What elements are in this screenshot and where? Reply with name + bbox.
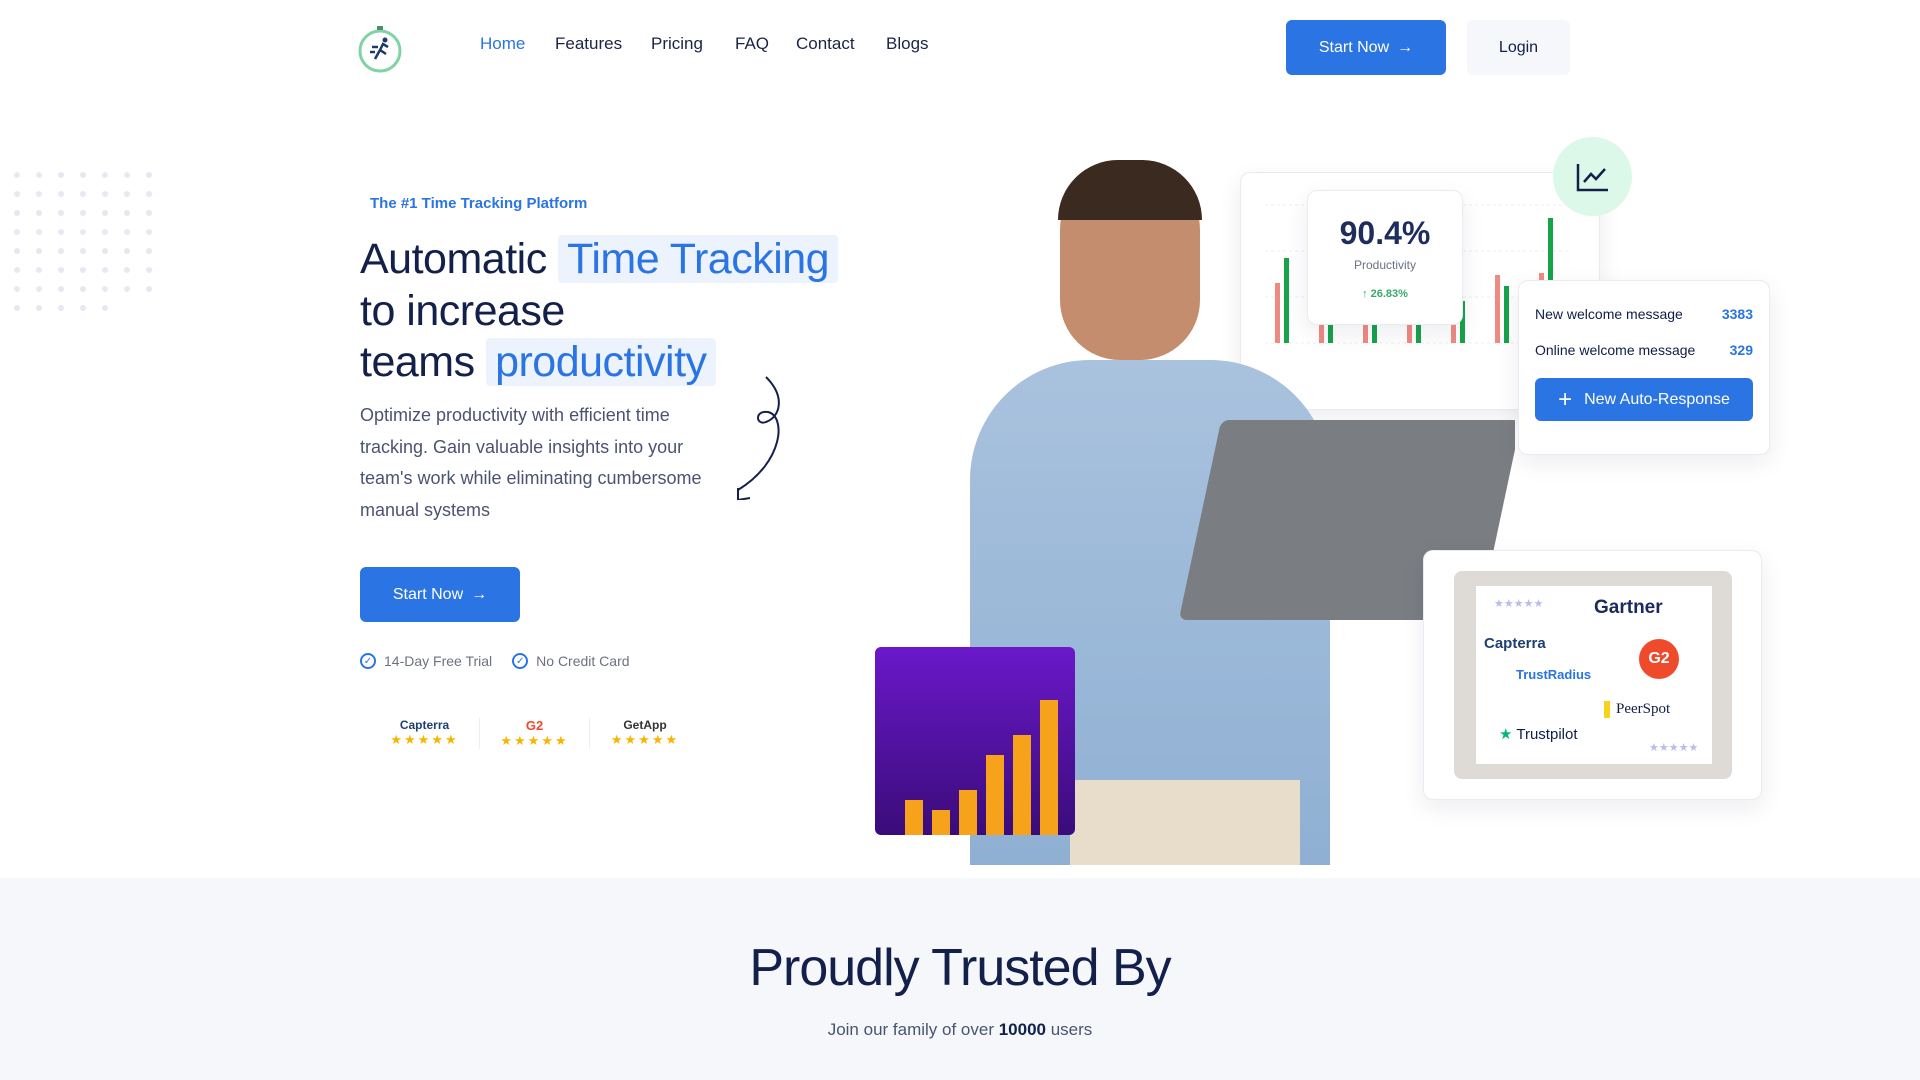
- start-label: Start Now: [392, 585, 464, 603]
- nav-pricing[interactable]: Pricing: [651, 34, 703, 54]
- productivity-label: Productivity: [1353, 258, 1417, 272]
- g2-logo: G2: [525, 718, 544, 733]
- logo[interactable]: [357, 25, 403, 73]
- feature-checks: ✓ 14-Day Free Trial ✓ No Credit Card: [360, 653, 630, 669]
- nav-faq[interactable]: FAQ: [735, 34, 769, 54]
- decorative-dots: [14, 172, 168, 311]
- welcome-row: New welcome message 3383: [1535, 306, 1753, 322]
- welcome-card: New welcome message 3383 Online welcome m…: [1518, 280, 1770, 455]
- line-chart-icon: [1576, 163, 1608, 191]
- reviews-card: Gartner Capterra TrustRadius G2 PeerSpot…: [1423, 550, 1762, 800]
- peerspot-logo: PeerSpot: [1604, 701, 1670, 718]
- productivity-change: ↑ 26.83%: [1308, 288, 1462, 300]
- tagline: The #1 Time Tracking Platform: [370, 195, 588, 212]
- hero-description: Optimize productivity with efficient tim…: [360, 405, 702, 520]
- heading-highlight: Time Tracking: [558, 235, 839, 283]
- stars: ★★★★★: [500, 733, 569, 748]
- sub-text: users: [1046, 1020, 1093, 1039]
- trusted-title: Proudly Trusted By: [749, 939, 1171, 997]
- trusted-section: Proudly Trusted By Join our family of ov…: [0, 878, 1920, 1080]
- curly-arrow-icon: [737, 376, 780, 500]
- productivity-value: 90.4%: [1339, 215, 1431, 251]
- button-label: New Auto-Response: [1584, 390, 1730, 408]
- stopwatch-runner-icon: [358, 26, 402, 73]
- rating-g2: G2 ★★★★★: [480, 718, 590, 749]
- row-label: New welcome message: [1535, 306, 1683, 322]
- getapp-logo: GetApp: [623, 718, 667, 732]
- trustradius-logo: TrustRadius: [1516, 667, 1592, 682]
- arrow-right-icon: →: [1397, 38, 1414, 56]
- heading-highlight: productivity: [486, 338, 716, 386]
- row-label: Online welcome message: [1535, 342, 1696, 358]
- nav-home[interactable]: Home: [480, 34, 525, 54]
- stars: ★★★★★: [1494, 598, 1544, 610]
- heading-line-2: to increase: [360, 287, 565, 335]
- trustpilot-text: Trustpilot: [1516, 726, 1578, 743]
- arrow-up-icon: ↑: [1362, 288, 1371, 300]
- gartner-logo: Gartner: [1594, 597, 1663, 618]
- trusted-subtitle: Join our family of over 10000 users: [0, 1020, 1920, 1040]
- star-icon: ★: [1499, 726, 1513, 743]
- user-count: 10000: [998, 1020, 1046, 1039]
- check-circle-icon: ✓: [512, 653, 529, 669]
- login-label: Login: [1498, 38, 1539, 56]
- nav-blogs[interactable]: Blogs: [886, 34, 929, 54]
- check-circle-icon: ✓: [360, 653, 376, 669]
- success-illustration: [875, 647, 1075, 835]
- capterra-logo: Capterra: [399, 718, 450, 732]
- review-logos-board: Gartner Capterra TrustRadius G2 PeerSpot…: [1454, 571, 1732, 779]
- arrow-right-icon: →: [471, 585, 488, 603]
- heading-text: teams: [360, 338, 475, 386]
- check-item: ✓ No Credit Card: [512, 653, 630, 669]
- rating-capterra: Capterra ★★★★★: [370, 718, 480, 749]
- check-label: 14-Day Free Trial: [384, 653, 493, 669]
- row-value: 3383: [1721, 306, 1753, 322]
- heading-line-1: Automatic Time Tracking: [360, 234, 839, 284]
- header-start-now-button[interactable]: Start Now →: [1286, 20, 1446, 75]
- rating-logos: Capterra ★★★★★ G2 ★★★★★ GetApp ★★★★★: [370, 718, 700, 749]
- rating-getapp: GetApp ★★★★★: [590, 718, 700, 749]
- check-item: ✓ 14-Day Free Trial: [360, 653, 492, 669]
- stars: ★★★★★: [610, 732, 680, 747]
- login-button[interactable]: Login: [1467, 20, 1570, 75]
- nav-contact[interactable]: Contact: [796, 34, 855, 54]
- stars: ★★★★★: [1649, 742, 1699, 754]
- row-value: 329: [1729, 342, 1753, 358]
- sub-text: Join our family of over: [827, 1020, 999, 1039]
- chart-icon-badge: [1553, 137, 1632, 216]
- trustpilot-logo: ★ Trustpilot: [1499, 725, 1578, 743]
- productivity-card: 90.4% Productivity ↑ 26.83%: [1307, 190, 1463, 325]
- g2-logo: G2: [1639, 639, 1679, 679]
- start-label: Start Now: [1318, 38, 1390, 56]
- heading-text: Automatic: [360, 235, 547, 283]
- nav-features[interactable]: Features: [555, 34, 622, 54]
- change-value: 26.83%: [1370, 288, 1408, 300]
- new-auto-response-button[interactable]: + New Auto-Response: [1535, 378, 1753, 421]
- hero-start-now-button[interactable]: Start Now →: [360, 567, 520, 622]
- welcome-row: Online welcome message 329: [1535, 342, 1753, 358]
- check-label: No Credit Card: [536, 653, 630, 669]
- heading-line-3: teams productivity: [360, 337, 716, 387]
- plus-icon: +: [1558, 385, 1573, 413]
- capterra-logo: Capterra: [1484, 635, 1546, 652]
- stars: ★★★★★: [390, 732, 459, 747]
